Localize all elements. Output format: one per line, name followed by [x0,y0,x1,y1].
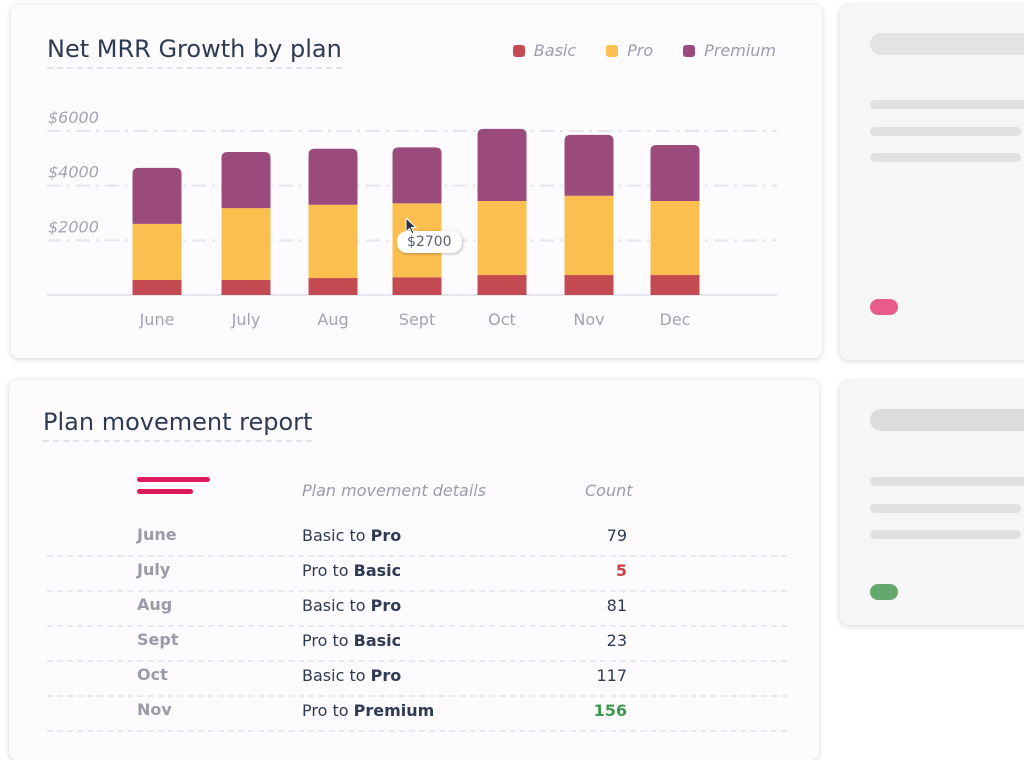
legend-label: Premium [704,41,776,60]
legend-swatch [512,44,525,57]
header-plan-movement-details: Plan movement details [302,481,487,500]
x-tick-label: Dec [660,310,691,329]
row-movement: Basic to Pro [302,666,401,685]
bar-segment-pro[interactable] [308,204,358,279]
skeleton-line [870,504,1021,513]
movement-to: Basic [353,631,402,650]
bar-segment-premium[interactable] [392,147,442,204]
row-count: 5 [615,561,627,580]
row-month: Nov [137,700,172,719]
placeholder-card [840,381,1024,625]
bar-segment-basic[interactable] [477,275,527,295]
row-count: 156 [593,701,627,720]
x-tick-label: June [139,310,175,329]
table-row: June Basic to Pro 79 [47,520,787,557]
header-count: Count [585,481,633,500]
x-tick-label: Aug [317,310,348,329]
x-tick-label: Sept [399,310,435,329]
plan-movement-card: Plan movement report Plan movement detai… [9,380,819,760]
bar-segment-premium[interactable] [308,148,358,205]
skeleton-line [870,530,1021,539]
bar-segment-premium[interactable] [650,144,700,201]
mouse-cursor-icon [405,217,418,235]
chart-title: Net MRR Growth by plan [47,35,342,69]
legend-item-pro[interactable]: Pro [606,41,653,60]
row-month: Sept [137,630,179,649]
skeleton-line [870,477,1024,486]
bar-segment-premium[interactable] [477,128,527,201]
row-movement: Pro to Basic [302,631,401,650]
skeleton-badge [870,584,898,600]
skeleton-line [870,127,1021,136]
legend-item-basic[interactable]: Basic [512,41,577,60]
skeleton-badge [870,299,898,315]
bar-segment-basic[interactable] [564,275,614,295]
movement-to: Basic [353,561,402,580]
row-month: Aug [137,595,173,614]
row-movement: Pro to Premium [302,701,434,720]
movement-to: Pro [370,526,402,545]
x-tick-label: Oct [488,310,516,329]
movement-from: Pro to [302,701,354,720]
movement-from: Basic to [302,526,371,545]
bar-segment-pro[interactable] [132,223,182,280]
row-count: 81 [606,596,627,615]
bar-segment-basic[interactable] [132,279,182,295]
movement-from: Basic to [302,596,371,615]
bar-segment-pro[interactable] [477,200,527,276]
row-movement: Basic to Pro [302,596,401,615]
row-movement: Pro to Basic [302,561,401,580]
movement-to: Premium [353,701,435,720]
bar-segment-basic[interactable] [308,278,358,295]
bar-segment-basic[interactable] [650,275,700,295]
legend-item-premium[interactable]: Premium [683,41,776,60]
movement-from: Pro to [302,561,354,580]
legend-label: Pro [627,41,654,60]
table-row: Oct Basic to Pro 117 [47,660,787,697]
bar-segment-premium[interactable] [132,167,182,224]
bar-segment-pro[interactable] [650,200,700,276]
bar-segment-pro[interactable] [221,208,271,280]
movement-from: Basic to [302,666,371,685]
mrr-chart-card: $2000 $4000 $6000 June July Aug Sept Oct Nov Dec … [11,5,822,358]
bar-segment-premium[interactable] [564,134,614,196]
table-title: Plan movement report [43,408,313,442]
bar-segment-basic[interactable] [221,279,271,295]
skeleton-title [870,409,1024,431]
row-month: June [137,525,177,544]
table-row: Nov Pro to Premium 156 [47,695,787,732]
list-lines-icon [137,477,210,501]
y-tick-label: $4000 [48,163,99,182]
chart-legend: Basic Pro Premium [512,41,776,60]
row-count: 23 [606,631,627,650]
placeholder-card [840,5,1024,360]
legend-swatch [683,44,696,57]
row-month: July [137,560,171,579]
y-tick-label: $6000 [48,108,99,127]
legend-swatch [606,44,619,57]
movement-to: Pro [370,666,402,685]
skeleton-line [870,153,1021,162]
y-tick-label: $2000 [48,217,99,236]
movement-to: Pro [370,596,402,615]
skeleton-title [870,33,1024,55]
row-movement: Basic to Pro [302,526,401,545]
movement-from: Pro to [302,631,354,650]
x-tick-label: July [231,310,261,329]
legend-label: Basic [533,41,577,60]
x-tick-label: Nov [573,310,604,329]
skeleton-line [870,100,1024,109]
table-row: Aug Basic to Pro 81 [47,590,787,627]
bar-segment-basic[interactable] [392,277,442,295]
row-month: Oct [137,665,168,684]
row-count: 117 [596,666,627,685]
bar-segment-premium[interactable] [221,152,271,209]
row-count: 79 [606,526,627,545]
table-row: July Pro to Basic 5 [47,555,787,592]
table-row: Sept Pro to Basic 23 [47,625,787,662]
bar-segment-pro[interactable] [564,195,614,276]
